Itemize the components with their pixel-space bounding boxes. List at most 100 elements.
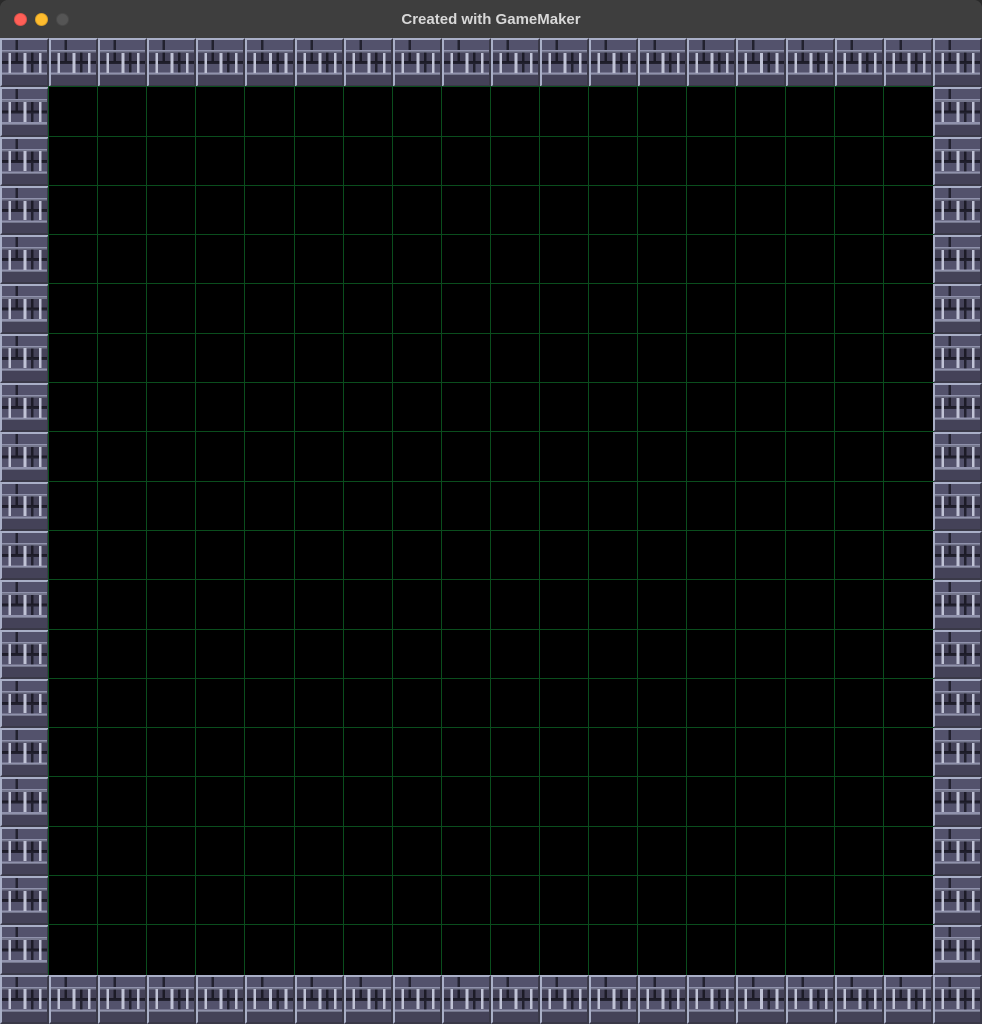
floor-tile [638, 284, 687, 333]
floor-tile [835, 284, 884, 333]
app-window: Created with GameMaker [0, 0, 982, 1024]
floor-tile [835, 334, 884, 383]
floor-tile [835, 630, 884, 679]
floor-tile [344, 284, 393, 333]
floor-tile [196, 284, 245, 333]
floor-tile [393, 777, 442, 826]
floor-tile [147, 334, 196, 383]
floor-tile [786, 482, 835, 531]
floor-tile [442, 777, 491, 826]
titlebar[interactable]: Created with GameMaker [0, 0, 982, 38]
wall-tile [0, 975, 49, 1024]
floor-tile [442, 87, 491, 136]
wall-tile [933, 186, 982, 235]
wall-tile [147, 975, 196, 1024]
floor-tile [147, 630, 196, 679]
floor-tile [98, 137, 147, 186]
floor-tile [884, 925, 933, 974]
floor-tile [884, 777, 933, 826]
floor-tile [245, 137, 294, 186]
floor-tile [884, 728, 933, 777]
floor-tile [245, 284, 294, 333]
floor-tile [638, 580, 687, 629]
floor-tile [147, 531, 196, 580]
wall-tile [786, 38, 835, 87]
floor-tile [786, 186, 835, 235]
floor-tile [147, 827, 196, 876]
floor-tile [344, 531, 393, 580]
floor-tile [589, 383, 638, 432]
wall-tile [0, 482, 49, 531]
floor-tile [147, 186, 196, 235]
floor-tile [49, 284, 98, 333]
wall-tile [933, 38, 982, 87]
floor-tile [736, 482, 785, 531]
floor-tile [687, 284, 736, 333]
floor-tile [98, 235, 147, 284]
floor-tile [49, 876, 98, 925]
floor-tile [393, 876, 442, 925]
floor-tile [491, 580, 540, 629]
floor-tile [98, 531, 147, 580]
minimize-icon[interactable] [35, 13, 48, 26]
floor-tile [736, 827, 785, 876]
wall-tile [0, 580, 49, 629]
floor-tile [442, 284, 491, 333]
floor-tile [245, 482, 294, 531]
floor-tile [98, 186, 147, 235]
wall-tile [0, 432, 49, 481]
floor-tile [638, 383, 687, 432]
floor-tile [393, 87, 442, 136]
floor-tile [786, 925, 835, 974]
floor-tile [884, 235, 933, 284]
floor-tile [196, 531, 245, 580]
floor-tile [98, 925, 147, 974]
floor-tile [638, 728, 687, 777]
wall-tile [933, 925, 982, 974]
floor-tile [147, 137, 196, 186]
wall-tile [245, 38, 294, 87]
floor-tile [540, 334, 589, 383]
floor-tile [638, 827, 687, 876]
floor-tile [147, 777, 196, 826]
floor-tile [589, 531, 638, 580]
floor-tile [393, 630, 442, 679]
floor-tile [491, 531, 540, 580]
floor-tile [442, 876, 491, 925]
floor-tile [344, 186, 393, 235]
floor-tile [196, 876, 245, 925]
floor-tile [295, 777, 344, 826]
floor-tile [393, 137, 442, 186]
floor-tile [687, 137, 736, 186]
floor-tile [245, 630, 294, 679]
floor-tile [442, 827, 491, 876]
floor-tile [835, 925, 884, 974]
floor-tile [295, 482, 344, 531]
floor-tile [589, 482, 638, 531]
floor-tile [638, 432, 687, 481]
floor-tile [638, 630, 687, 679]
floor-tile [98, 827, 147, 876]
game-viewport[interactable] [0, 38, 982, 1024]
floor-tile [344, 235, 393, 284]
floor-tile [736, 728, 785, 777]
floor-tile [638, 925, 687, 974]
floor-tile [835, 580, 884, 629]
floor-tile [786, 876, 835, 925]
floor-tile [49, 728, 98, 777]
floor-tile [835, 186, 884, 235]
close-icon[interactable] [14, 13, 27, 26]
floor-tile [295, 531, 344, 580]
floor-tile [196, 728, 245, 777]
floor-tile [49, 87, 98, 136]
floor-tile [98, 876, 147, 925]
floor-tile [638, 482, 687, 531]
wall-tile [49, 38, 98, 87]
floor-tile [491, 777, 540, 826]
floor-tile [687, 728, 736, 777]
floor-tile [884, 87, 933, 136]
floor-tile [344, 876, 393, 925]
floor-tile [687, 679, 736, 728]
floor-tile [687, 482, 736, 531]
floor-tile [196, 580, 245, 629]
